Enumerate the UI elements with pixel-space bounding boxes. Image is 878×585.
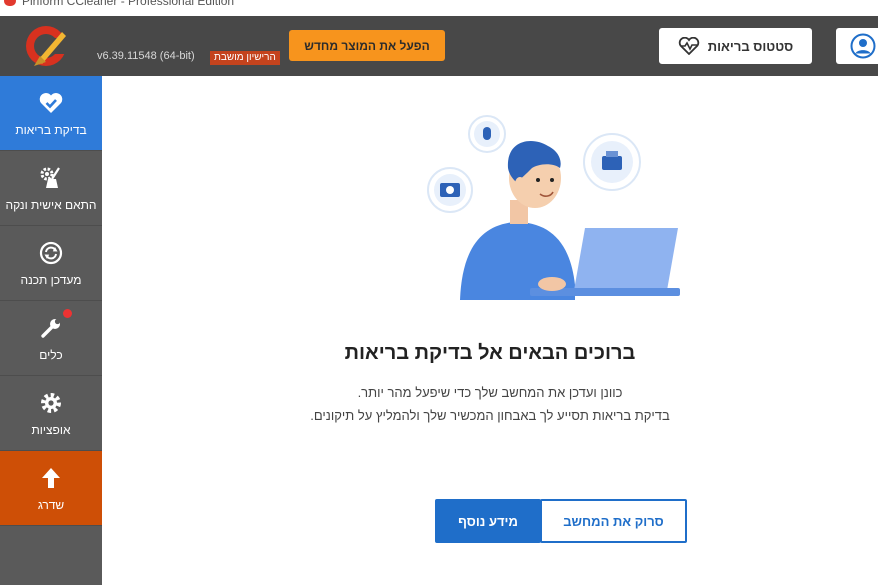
wrench-icon (41, 318, 61, 338)
sidebar-item-label: אופציות (31, 422, 71, 437)
version-text: v6.39.11548 (64-bit) (97, 50, 195, 62)
description-line-1: כוונן ועדכן את המחשב שלך כדי שיפעל מהר י… (357, 385, 623, 400)
arrow-up-icon (42, 467, 60, 488)
app-header: v6.39.11548 (64-bit) הרישיון מושבת הפעל … (0, 16, 878, 76)
sidebar-item-options[interactable]: אופציות (0, 376, 102, 451)
account-button[interactable] (836, 28, 878, 64)
user-circle-icon (850, 33, 876, 59)
sidebar-item-health-check[interactable]: בדיקת בריאות (0, 76, 102, 151)
sidebar-item-label: כלים (39, 347, 63, 362)
page-title: ברוכים הבאים אל בדיקת בריאות (344, 342, 636, 364)
ccleaner-logo (26, 26, 68, 66)
description-line-2: בדיקת בריאות תסייע לך באבחון המכשיר שלך … (310, 408, 670, 423)
sidebar-item-label: שדרג (37, 497, 65, 512)
gear-broom-icon (40, 166, 60, 188)
gear-icon (41, 392, 61, 413)
window-titlebar: Piriform CCleaner - Professional Edition (0, 0, 878, 16)
scan-pc-button[interactable]: סרוק את המחשב (540, 499, 687, 543)
license-status-badge: הרישיון מושבת (210, 51, 280, 65)
sidebar-item-label: בדיקת בריאות (15, 122, 87, 137)
learn-more-button[interactable]: מידע נוסף (435, 499, 541, 543)
sidebar-item-label: מעדכן תכנה (20, 272, 82, 287)
sidebar-item-label: התאם אישית ונקה (5, 197, 97, 212)
health-status-button[interactable]: סטטוס בריאות (659, 28, 812, 64)
heart-check-icon (39, 92, 63, 113)
sidebar-item-tools[interactable]: כלים (0, 301, 102, 376)
reactivate-product-button[interactable]: הפעל את המוצר מחדש (289, 30, 445, 61)
sidebar-item-upgrade[interactable]: שדרג (0, 451, 102, 526)
sidebar-item-custom-clean[interactable]: התאם אישית ונקה (0, 151, 102, 226)
health-status-label: סטטוס בריאות (707, 38, 794, 54)
notification-dot (63, 309, 72, 318)
sidebar-nav: בדיקת בריאות התאם אישית ונקה מעדכן תכנה … (0, 76, 102, 585)
window-title: Piriform CCleaner - Professional Edition (22, 0, 235, 8)
refresh-icon (39, 241, 63, 264)
sidebar-item-software-updater[interactable]: מעדכן תכנה (0, 226, 102, 301)
heart-pulse-icon (678, 37, 699, 55)
ccleaner-app-icon (4, 0, 16, 6)
welcome-illustration (427, 115, 680, 300)
